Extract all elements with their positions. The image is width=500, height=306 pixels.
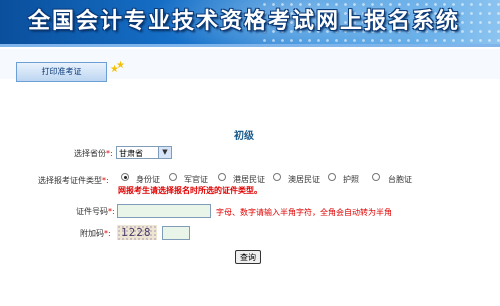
province-select[interactable]: 甘肃省 ▼ xyxy=(116,146,172,159)
required-mark: *: xyxy=(108,207,115,216)
captcha-label-text: 附加码 xyxy=(80,229,104,238)
province-select-value: 甘肃省 xyxy=(119,149,143,158)
radio-passport[interactable] xyxy=(328,173,336,181)
radio-macau-resident[interactable] xyxy=(273,173,281,181)
radio-officer-card[interactable] xyxy=(169,173,177,181)
required-mark: *: xyxy=(104,229,111,238)
id-type-warning: 网报考生请选择报名时所选的证件类型。 xyxy=(118,186,262,195)
radio-label-macau-resident: 澳居民证 xyxy=(288,175,320,184)
captcha-label: 附加码*: xyxy=(80,228,111,239)
radio-hk-resident[interactable] xyxy=(218,173,226,181)
chevron-down-icon[interactable]: ▼ xyxy=(158,147,171,158)
id-number-hint: 字母、数字请输入半角字符，全角会自动转为半角 xyxy=(216,208,392,217)
radio-taiwan-permit[interactable] xyxy=(372,173,380,181)
header-banner: 全国会计专业技术资格考试网上报名系统 xyxy=(0,0,500,44)
page-title: 全国会计专业技术资格考试网上报名系统 xyxy=(28,8,461,34)
province-label-text: 选择省份 xyxy=(74,149,106,158)
radio-label-taiwan-permit: 台胞证 xyxy=(388,175,412,184)
captcha-image[interactable]: 1228 xyxy=(117,225,157,240)
captcha-input[interactable] xyxy=(162,226,190,240)
id-type-label-text: 选择报考证件类型 xyxy=(38,176,102,185)
id-number-input[interactable] xyxy=(117,204,211,218)
radio-label-id-card: 身份证 xyxy=(136,175,160,184)
banner-divider xyxy=(0,44,500,47)
radio-label-officer-card: 军官证 xyxy=(184,175,208,184)
id-number-label: 证件号码*: xyxy=(76,206,115,217)
radio-id-card[interactable] xyxy=(121,173,129,181)
required-mark: *: xyxy=(106,149,113,158)
star-icon: ★ xyxy=(116,60,125,71)
id-number-label-text: 证件号码 xyxy=(76,207,108,216)
tab-print-admission-ticket[interactable]: 打印准考证 xyxy=(16,62,107,82)
query-button[interactable]: 查询 xyxy=(235,250,261,264)
radio-label-passport: 护照 xyxy=(343,175,359,184)
section-title: 初级 xyxy=(234,131,254,142)
required-mark: *: xyxy=(102,176,109,185)
province-label: 选择省份*: xyxy=(74,148,113,159)
id-type-label: 选择报考证件类型*: xyxy=(38,175,109,186)
radio-label-hk-resident: 港居民证 xyxy=(233,175,265,184)
